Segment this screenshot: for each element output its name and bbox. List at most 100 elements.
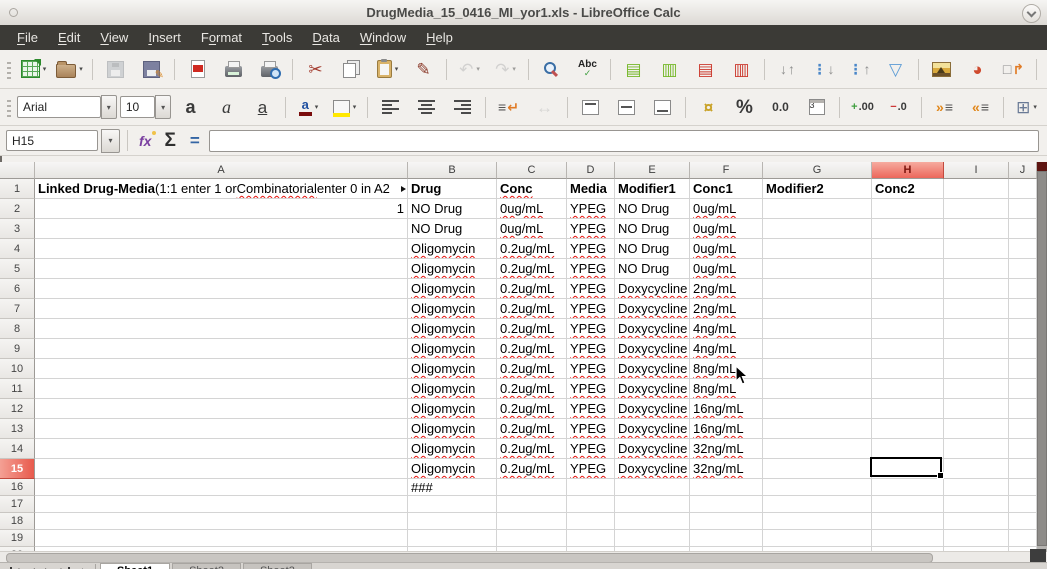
pivot-table-icon[interactable]: □↱ <box>997 56 1030 82</box>
cell-J7[interactable] <box>1009 299 1037 319</box>
cell-F15[interactable]: 32ng/mL <box>690 459 763 479</box>
cell-J13[interactable] <box>1009 419 1037 439</box>
cell-G14[interactable] <box>763 439 872 459</box>
cell-J14[interactable] <box>1009 439 1037 459</box>
cell-J1[interactable] <box>1009 179 1037 199</box>
cell-H17[interactable] <box>872 496 944 513</box>
next-sheet-icon[interactable]: ▶ <box>40 563 57 569</box>
cell-A4[interactable] <box>35 239 408 259</box>
cell-F4[interactable]: 0ug/mL <box>690 239 763 259</box>
menu-item-tools[interactable]: Tools <box>253 27 301 48</box>
cell-F18[interactable] <box>690 513 763 530</box>
sheet-tab-sheet1[interactable]: Sheet1 <box>100 563 170 569</box>
export-pdf-icon[interactable] <box>181 56 214 82</box>
clone-formatting-icon[interactable]: ✎ <box>407 56 440 82</box>
borders-icon[interactable]: ⊞▾ <box>1010 94 1043 120</box>
row-header-13[interactable]: 13 <box>0 419 35 439</box>
autofilter-icon[interactable]: ▽ <box>879 56 912 82</box>
cell-G15[interactable] <box>763 459 872 479</box>
cell-B16[interactable]: ### <box>408 479 497 496</box>
cell-D3[interactable]: YPEG <box>567 219 615 239</box>
cell-I19[interactable] <box>944 530 1009 547</box>
cell-J5[interactable] <box>1009 259 1037 279</box>
cell-B4[interactable]: Oligomycin <box>408 239 497 259</box>
print-icon[interactable] <box>217 56 250 82</box>
cell-B15[interactable]: Oligomycin <box>408 459 497 479</box>
cell-I15[interactable] <box>944 459 1009 479</box>
cell-C12[interactable]: 0.2ug/mL <box>497 399 567 419</box>
row-header-2[interactable]: 2 <box>0 199 35 219</box>
cell-I3[interactable] <box>944 219 1009 239</box>
cell-D1[interactable]: Media <box>567 179 615 199</box>
cell-B12[interactable]: Oligomycin <box>408 399 497 419</box>
cell-C17[interactable] <box>497 496 567 513</box>
cell-D16[interactable] <box>567 479 615 496</box>
cell-D18[interactable] <box>567 513 615 530</box>
cell-I16[interactable] <box>944 479 1009 496</box>
column-header-B[interactable]: B <box>408 162 497 179</box>
new-spreadsheet-icon-dropdown[interactable]: ▾ <box>43 65 47 73</box>
cell-G12[interactable] <box>763 399 872 419</box>
cell-E14[interactable]: Doxycycline <box>615 439 690 459</box>
cell-D13[interactable]: YPEG <box>567 419 615 439</box>
insert-column-icon[interactable]: ▥ <box>653 56 686 82</box>
menu-item-edit[interactable]: Edit <box>49 27 89 48</box>
sort-ascending-icon[interactable]: ⋮↓ <box>807 56 840 82</box>
cell-D7[interactable]: YPEG <box>567 299 615 319</box>
row-header-5[interactable]: 5 <box>0 259 35 279</box>
select-all-corner[interactable] <box>0 162 35 179</box>
cell-I10[interactable] <box>944 359 1009 379</box>
row-header-17[interactable]: 17 <box>0 496 35 513</box>
cell-E13[interactable]: Doxycycline <box>615 419 690 439</box>
column-header-I[interactable]: I <box>944 162 1009 179</box>
menu-item-view[interactable]: View <box>91 27 137 48</box>
cell-B14[interactable]: Oligomycin <box>408 439 497 459</box>
cell-F19[interactable] <box>690 530 763 547</box>
cell-E11[interactable]: Doxycycline <box>615 379 690 399</box>
cell-I4[interactable] <box>944 239 1009 259</box>
column-header-F[interactable]: F <box>690 162 763 179</box>
cell-E6[interactable]: Doxycycline <box>615 279 690 299</box>
column-header-A[interactable]: A <box>35 162 408 179</box>
cell-C18[interactable] <box>497 513 567 530</box>
menu-item-data[interactable]: Data <box>303 27 348 48</box>
cell-F8[interactable]: 4ng/mL <box>690 319 763 339</box>
undo-icon-dropdown[interactable]: ▾ <box>476 65 480 73</box>
cell-H19[interactable] <box>872 530 944 547</box>
percent-format-icon[interactable]: % <box>728 94 761 120</box>
open-icon[interactable]: ▾ <box>53 56 86 82</box>
cell-G18[interactable] <box>763 513 872 530</box>
cell-E5[interactable]: NO Drug <box>615 259 690 279</box>
new-spreadsheet-icon[interactable]: ▾ <box>17 56 50 82</box>
cell-F7[interactable]: 2ng/mL <box>690 299 763 319</box>
column-header-H[interactable]: H <box>872 162 944 179</box>
column-header-D[interactable]: D <box>567 162 615 179</box>
open-icon-dropdown[interactable]: ▾ <box>79 65 83 73</box>
cell-I1[interactable] <box>944 179 1009 199</box>
print-preview-icon[interactable] <box>253 56 286 82</box>
cell-H6[interactable] <box>872 279 944 299</box>
row-header-12[interactable]: 12 <box>0 399 35 419</box>
align-bottom-icon[interactable] <box>646 94 679 120</box>
cell-J18[interactable] <box>1009 513 1037 530</box>
date-format-icon[interactable]: 3 <box>800 94 833 120</box>
cell-C10[interactable]: 0.2ug/mL <box>497 359 567 379</box>
highlighting-color-icon-dropdown[interactable]: ▾ <box>353 103 357 111</box>
cell-H11[interactable] <box>872 379 944 399</box>
cell-B11[interactable]: Oligomycin <box>408 379 497 399</box>
cell-J2[interactable] <box>1009 199 1037 219</box>
italic-icon[interactable]: a <box>210 94 243 120</box>
delete-column-icon[interactable]: ▥ <box>725 56 758 82</box>
font-size-combo[interactable]: 10 <box>120 96 155 118</box>
row-header-16[interactable]: 16 <box>0 479 35 496</box>
insert-row-above-icon[interactable]: ▤ <box>617 56 650 82</box>
cell-G7[interactable] <box>763 299 872 319</box>
cell-H8[interactable] <box>872 319 944 339</box>
borders-icon-dropdown[interactable]: ▾ <box>1033 103 1037 111</box>
cell-C6[interactable]: 0.2ug/mL <box>497 279 567 299</box>
align-top-icon[interactable] <box>574 94 607 120</box>
insert-image-icon[interactable] <box>925 56 958 82</box>
cell-J17[interactable] <box>1009 496 1037 513</box>
cell-A3[interactable] <box>35 219 408 239</box>
font-size-combo[interactable]: 10▾ <box>120 94 171 120</box>
